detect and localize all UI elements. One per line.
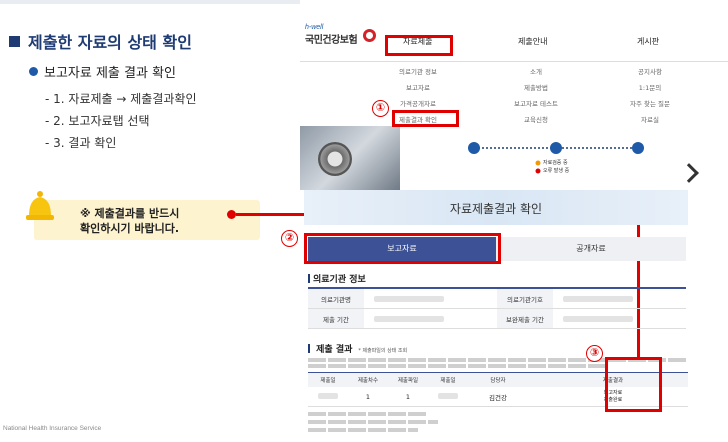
website-screenshot: h-well 국민건강보험 자료제출 제출안내 게시판 의료기관 정보 보고자료…	[300, 0, 728, 442]
menu-item-method[interactable]: 제출방법	[496, 82, 576, 98]
fine-print-line	[308, 420, 438, 424]
nav-submission-guide[interactable]: 제출안내	[518, 36, 547, 47]
redacted-value	[318, 392, 338, 399]
section-results-title: 제출 결과 * 제출파일의 상태 조회	[308, 342, 407, 355]
logo-name: 국민건강보험	[305, 35, 358, 46]
notice-line-2: 확인하시기 바랍니다.	[80, 222, 180, 235]
footer-text: National Health Insurance Service	[3, 425, 102, 432]
notice-connector-dot	[227, 210, 236, 219]
fine-print-line	[308, 364, 608, 368]
menu-item-faq[interactable]: 자주 찾는 질문	[610, 98, 690, 114]
square-bullet-icon	[9, 35, 20, 47]
menu-item-test[interactable]: 보고자료 테스트	[496, 98, 576, 114]
step-1: - 1. 자료제출 → 제출결과확인	[45, 92, 197, 106]
nav-board[interactable]: 게시판	[637, 36, 659, 47]
annotation-marker-3: ③	[586, 345, 603, 362]
fine-print-line	[308, 428, 418, 432]
td-date	[308, 392, 348, 401]
results-page-title: 자료제출결과 확인	[449, 202, 543, 216]
redacted-value	[563, 295, 633, 302]
progress-steps: 자료검증 중 오류 발생 중	[400, 126, 728, 190]
redacted-value	[374, 315, 444, 322]
slide-heading: 제출한 자료의 상태 확인	[9, 29, 192, 53]
menu-item-inquiry[interactable]: 1:1문의	[610, 82, 690, 98]
th-round: 제출차수	[357, 378, 379, 384]
value-supplement-period	[553, 309, 686, 328]
td-round: 1	[365, 392, 371, 401]
label-supplement-period: 보완제출 기간	[497, 309, 553, 328]
label-institution-name: 의료기관명	[308, 289, 364, 308]
redacted-value	[374, 295, 444, 302]
label-institution-code: 의료기관기호	[497, 289, 553, 308]
fine-print-line	[308, 412, 428, 416]
site-logo[interactable]: h-well 국민건강보험	[305, 24, 376, 46]
slide-subheading: 보고자료 제출 결과 확인	[29, 62, 176, 81]
section-institution-title: 의료기관 정보	[308, 272, 366, 285]
legend-error: 오류 발생 중	[543, 168, 570, 174]
tab-public[interactable]: 공개자료	[496, 237, 686, 261]
top-divider	[0, 0, 300, 4]
bell-icon	[26, 191, 54, 220]
progress-track	[468, 142, 644, 174]
menu-col-board: 공지사항 1:1문의 자주 찾는 질문 자료실	[610, 66, 690, 130]
th-date2: 제출일	[440, 378, 456, 384]
info-row-1: 의료기관명 의료기관기호	[308, 289, 686, 309]
stethoscope-image	[318, 142, 352, 176]
notice-line-1: ※ 제출결과를 반드시	[80, 207, 180, 220]
info-row-2: 제출 기간 보완제출 기간	[308, 309, 686, 329]
banner-photo	[300, 126, 400, 190]
nav-dropdown: 의료기관 정보 보고자료 가격공개자료 제출결과 확인 소개 제출방법 보고자료…	[300, 62, 728, 126]
menu-item-notice[interactable]: 공지사항	[610, 66, 690, 82]
menu-item-institution-info[interactable]: 의료기관 정보	[378, 66, 458, 82]
step-2: - 2. 보고자료탭 선택	[45, 114, 150, 128]
value-institution-name	[364, 289, 497, 308]
slide-title: 제출한 자료의 상태 확인	[28, 33, 192, 52]
highlight-tab-report	[304, 233, 501, 264]
site-header: h-well 국민건강보험 자료제출 제출안내 게시판	[300, 20, 728, 62]
circle-bullet-icon	[29, 67, 38, 76]
menu-item-report[interactable]: 보고자료	[378, 82, 458, 98]
results-title-text: 제출 결과	[316, 345, 353, 355]
td-date2	[428, 392, 468, 401]
results-note: * 제출파일의 상태 조회	[358, 348, 408, 354]
value-submission-period	[364, 309, 497, 328]
results-title-band: 자료제출결과 확인	[304, 190, 688, 225]
menu-col-guide: 소개 제출방법 보고자료 테스트 교육신청	[496, 66, 576, 130]
step-3: - 3. 결과 확인	[45, 136, 117, 150]
th-file: 제출파일	[397, 378, 419, 384]
value-institution-code	[553, 289, 686, 308]
logo-mark-icon	[363, 29, 376, 42]
institution-info-table: 의료기관명 의료기관기호 제출 기간 보완제출 기간	[308, 287, 686, 329]
th-date: 제출일	[320, 378, 336, 384]
td-file: 1	[405, 392, 411, 401]
highlight-nav-submission	[385, 35, 453, 56]
label-submission-period: 제출 기간	[308, 309, 364, 328]
th-manager: 담당자	[490, 378, 506, 384]
subheading-text: 보고자료 제출 결과 확인	[44, 66, 176, 81]
logo-tagline: h-well	[305, 24, 324, 31]
redacted-value	[438, 392, 458, 399]
annotation-marker-2: ②	[281, 230, 298, 247]
annotation-marker-1: ①	[372, 100, 389, 117]
menu-item-intro[interactable]: 소개	[496, 66, 576, 82]
redacted-value	[563, 315, 633, 322]
notice-text: ※ 제출결과를 반드시 확인하시기 바랍니다.	[80, 206, 230, 236]
td-manager: 김건강	[489, 393, 507, 402]
highlight-result-column	[605, 357, 662, 412]
highlight-check-results	[392, 110, 459, 127]
legend-verifying: 자료검증 중	[543, 160, 568, 166]
